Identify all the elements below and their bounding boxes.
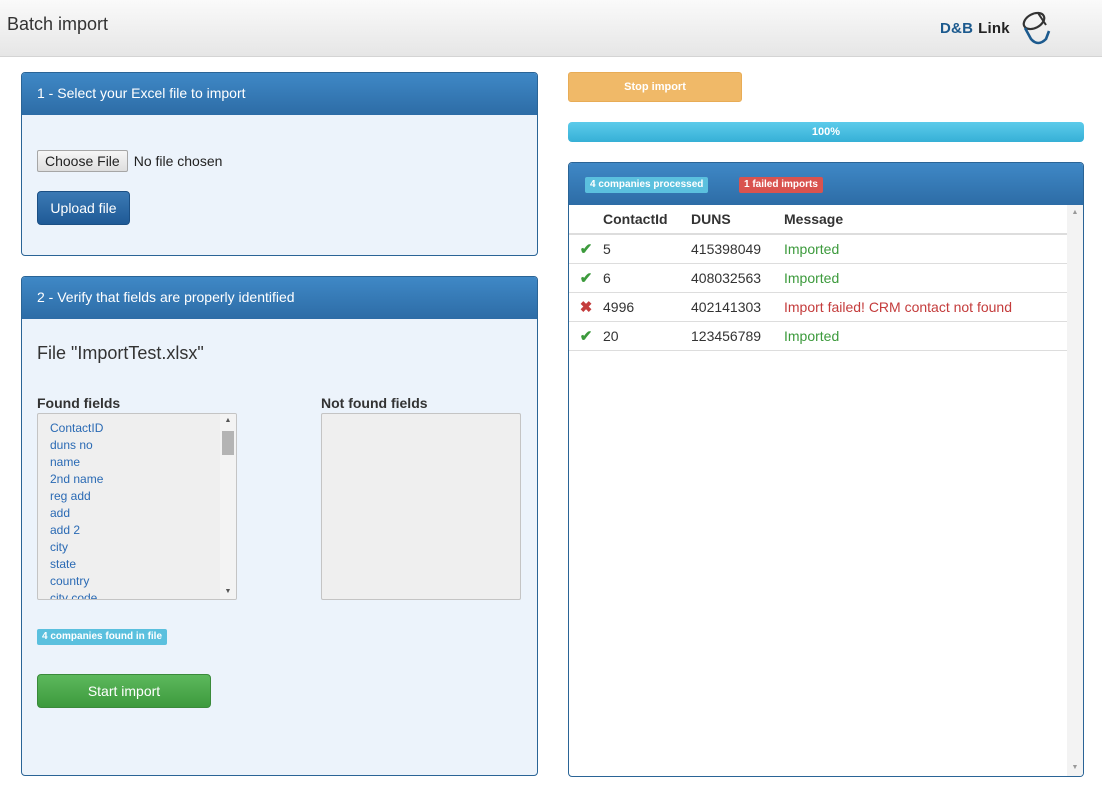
file-name-title: File "ImportTest.xlsx"	[37, 343, 204, 363]
not-found-fields-list[interactable]	[321, 413, 521, 600]
found-field-item[interactable]: duns no	[50, 437, 103, 454]
scroll-up-icon[interactable]: ▲	[220, 414, 236, 428]
column-header-duns: DUNS	[691, 205, 784, 235]
page-title: Batch import	[7, 14, 109, 34]
logo-product: Link	[978, 19, 1010, 37]
contact-id-cell: 4996	[603, 292, 691, 322]
verify-fields-panel: 2 - Verify that fields are properly iden…	[21, 276, 538, 776]
found-fields-list[interactable]: ContactID duns no name 2nd name reg add add ad…	[37, 413, 237, 600]
duns-cell: 408032563	[691, 263, 784, 293]
panel-heading: 2 - Verify that fields are properly iden…	[22, 277, 537, 319]
processed-badge: 4 companies processed	[585, 177, 709, 193]
failed-imports-badge: 1 failed imports	[739, 177, 823, 193]
x-icon: ✖	[579, 299, 593, 316]
scroll-up-icon[interactable]: ▲	[1067, 205, 1083, 221]
panel-heading: 1 - Select your Excel file to import	[22, 73, 537, 115]
found-field-item[interactable]: city code	[50, 590, 103, 599]
table-row: ✔ 6 408032563 Imported	[569, 263, 1067, 293]
stop-import-button[interactable]: Stop import	[568, 72, 742, 102]
results-scrollbar[interactable]: ▲ ▼	[1067, 205, 1083, 776]
message-cell: Imported	[784, 234, 1067, 264]
logo: D&B Link	[940, 8, 1056, 48]
file-status: No file chosen	[133, 153, 223, 169]
select-file-panel: 1 - Select your Excel file to import Cho…	[21, 72, 538, 256]
choose-file-button[interactable]: Choose File	[37, 150, 128, 172]
scroll-thumb[interactable]	[222, 431, 234, 455]
found-fields-items: ContactID duns no name 2nd name reg add add ad…	[50, 420, 103, 599]
found-field-item[interactable]: country	[50, 573, 103, 590]
upload-file-button[interactable]: Upload file	[37, 191, 130, 225]
start-import-button[interactable]: Start import	[37, 674, 211, 708]
progress-bar: 100%	[568, 122, 1084, 142]
logo-text: D&B Link	[940, 20, 1010, 37]
found-fields-label: Found fields	[37, 395, 121, 411]
column-header-message: Message	[784, 205, 1067, 235]
check-icon: ✔	[579, 241, 593, 258]
message-cell: Imported	[784, 263, 1067, 293]
contact-id-cell: 5	[603, 234, 691, 264]
results-table-container: ContactId DUNS Message ✔ 5 415398049 Imp…	[569, 205, 1067, 776]
found-field-item[interactable]: name	[50, 454, 103, 471]
scroll-down-icon[interactable]: ▼	[220, 585, 236, 599]
found-field-item[interactable]: city	[50, 539, 103, 556]
top-bar: Batch import D&B Link	[0, 0, 1102, 57]
found-field-item[interactable]: state	[50, 556, 103, 573]
found-field-item[interactable]: 2nd name	[50, 471, 103, 488]
message-cell: Imported	[784, 321, 1067, 351]
results-heading: 4 companies processed 1 failed imports	[569, 163, 1083, 205]
duns-cell: 415398049	[691, 234, 784, 264]
status-column-header	[569, 205, 603, 235]
found-field-item[interactable]: reg add	[50, 488, 103, 505]
duns-cell: 402141303	[691, 292, 784, 322]
logo-icon	[1022, 11, 1050, 45]
file-picker: Choose File No file chosen	[37, 150, 222, 172]
logo-brand: D&B	[940, 19, 974, 37]
companies-found-badge: 4 companies found in file	[37, 629, 168, 645]
found-field-item[interactable]: add	[50, 505, 103, 522]
check-icon: ✔	[579, 328, 593, 345]
column-header-contactid: ContactId	[603, 205, 691, 235]
message-cell: Import failed! CRM contact not found	[784, 292, 1067, 322]
table-row: ✖ 4996 402141303 Import failed! CRM cont…	[569, 292, 1067, 322]
found-field-item[interactable]: ContactID	[50, 420, 103, 437]
found-field-item[interactable]: add 2	[50, 522, 103, 539]
results-table: ContactId DUNS Message ✔ 5 415398049 Imp…	[569, 205, 1067, 351]
contact-id-cell: 20	[603, 321, 691, 351]
table-header-row: ContactId DUNS Message	[569, 205, 1067, 235]
table-row: ✔ 20 123456789 Imported	[569, 321, 1067, 351]
check-icon: ✔	[579, 270, 593, 287]
progress-fill: 100%	[568, 122, 1084, 142]
table-row: ✔ 5 415398049 Imported	[569, 234, 1067, 264]
duns-cell: 123456789	[691, 321, 784, 351]
results-panel: 4 companies processed 1 failed imports C…	[568, 162, 1084, 777]
scroll-down-icon[interactable]: ▼	[1067, 760, 1083, 776]
contact-id-cell: 6	[603, 263, 691, 293]
not-found-fields-label: Not found fields	[321, 395, 428, 411]
scrollbar[interactable]: ▲ ▼	[220, 414, 236, 599]
